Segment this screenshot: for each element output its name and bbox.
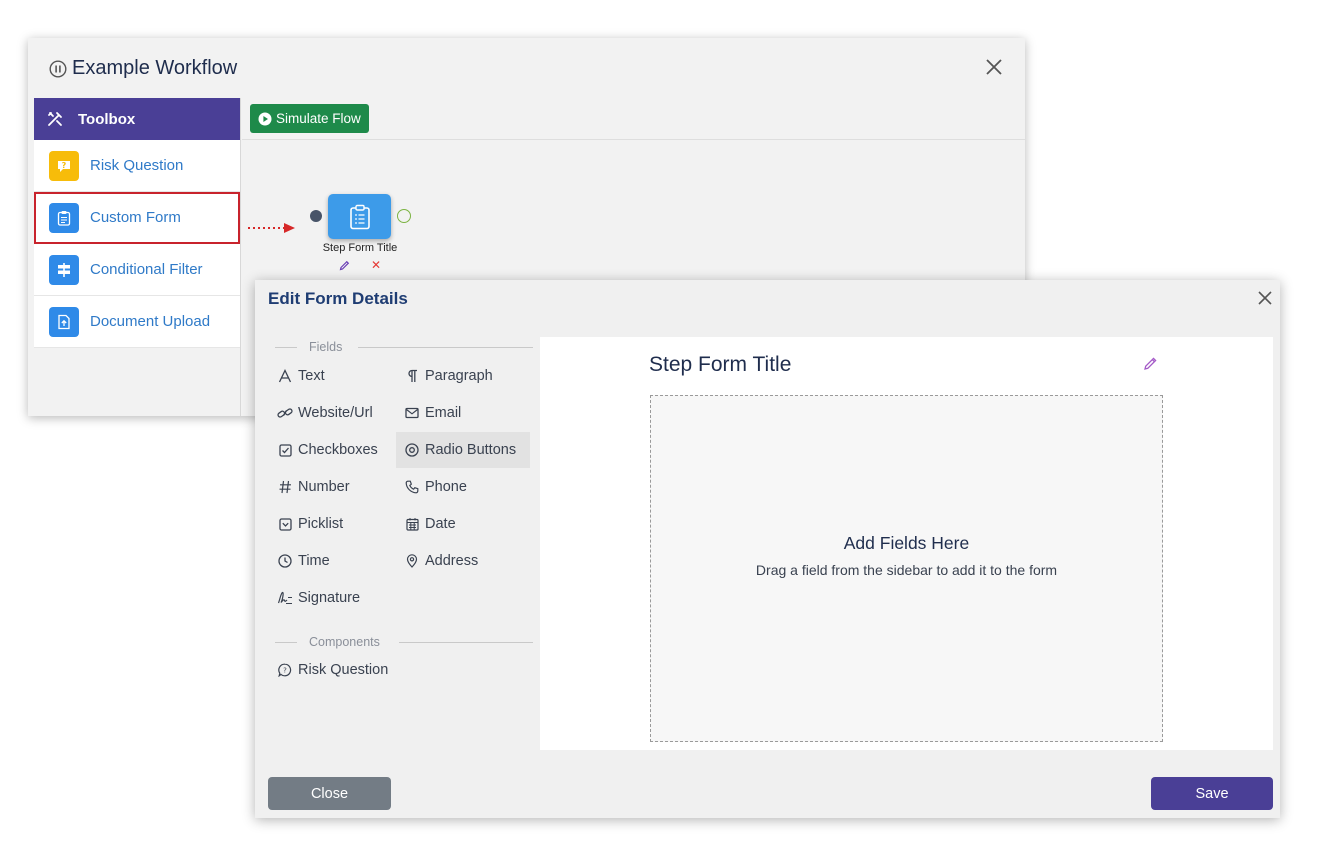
field-paragraph[interactable]: Paragraph <box>396 358 493 394</box>
signature-icon <box>277 591 293 605</box>
paragraph-icon <box>404 369 420 383</box>
toolbox-item-document-upload[interactable]: Document Upload <box>34 296 240 348</box>
toolbox-item-label: Risk Question <box>90 157 184 174</box>
toolbox-panel: Toolbox ? Risk Question Custom Form Cond… <box>34 98 241 416</box>
field-label: Risk Question <box>298 662 389 678</box>
field-label: Checkboxes <box>298 442 378 458</box>
field-picklist[interactable]: Picklist <box>269 506 343 542</box>
field-time[interactable]: Time <box>269 543 330 579</box>
dialog-title: Edit Form Details <box>268 289 408 308</box>
pencil-icon[interactable] <box>1143 356 1158 371</box>
node-input-port[interactable] <box>310 210 322 222</box>
form-builder-area: Step Form Title Add Fields Here Drag a f… <box>540 337 1273 750</box>
drop-zone-title: Add Fields Here <box>843 533 970 553</box>
field-label: Paragraph <box>425 368 493 384</box>
canvas-toolbar: Simulate Flow <box>242 98 1025 140</box>
toolbox-item-conditional-filter[interactable]: Conditional Filter <box>34 244 240 296</box>
toolbox-title: Toolbox <box>78 110 136 128</box>
clipboard-icon <box>49 202 79 233</box>
picklist-icon <box>277 517 293 531</box>
svg-text:?: ? <box>283 667 287 675</box>
component-risk-question[interactable]: ? Risk Question <box>269 652 388 688</box>
play-circle-icon <box>258 112 272 126</box>
node-output-port[interactable] <box>397 209 411 223</box>
field-website-url[interactable]: Website/Url <box>269 395 373 431</box>
divider <box>275 642 297 643</box>
edit-form-dialog: Edit Form Details Fields Text Paragraph … <box>255 280 1280 818</box>
risk-question-icon: ? <box>49 150 79 181</box>
field-label: Website/Url <box>298 405 373 421</box>
phone-icon <box>404 480 420 494</box>
workflow-node[interactable] <box>328 194 391 239</box>
divider <box>399 642 533 643</box>
field-text[interactable]: Text <box>269 358 325 394</box>
field-label: Picklist <box>298 516 344 532</box>
components-section-title: Components <box>309 635 380 649</box>
checkbox-icon <box>277 443 293 457</box>
divider <box>358 347 533 348</box>
close-button[interactable]: Close <box>268 777 391 810</box>
close-icon[interactable] <box>985 58 1003 76</box>
radio-icon <box>404 443 420 457</box>
field-label: Address <box>425 553 479 569</box>
field-radio-buttons[interactable]: Radio Buttons <box>396 432 530 468</box>
divider <box>275 347 297 348</box>
workflow-header: Example Workflow <box>28 38 1025 98</box>
calendar-icon <box>404 517 420 531</box>
field-number[interactable]: Number <box>269 469 350 505</box>
signpost-icon <box>49 254 79 285</box>
toolbox-header: Toolbox <box>34 98 240 140</box>
fields-section-title: Fields <box>309 340 343 354</box>
hash-icon <box>277 480 293 494</box>
text-icon <box>277 369 293 383</box>
delete-icon[interactable]: ✕ <box>371 259 381 271</box>
field-address[interactable]: Address <box>396 543 478 579</box>
simulate-flow-button[interactable]: Simulate Flow <box>250 104 369 133</box>
arrow-indicator <box>247 221 297 235</box>
field-label: Radio Buttons <box>425 442 517 458</box>
field-checkboxes[interactable]: Checkboxes <box>269 432 378 468</box>
field-label: Text <box>298 368 325 384</box>
email-icon <box>404 407 420 419</box>
field-label: Signature <box>298 590 361 606</box>
field-label: Email <box>425 405 462 421</box>
close-icon[interactable] <box>1257 290 1273 306</box>
form-title: Step Form Title <box>649 353 792 376</box>
svg-text:?: ? <box>62 161 67 170</box>
toolbox-item-label: Document Upload <box>90 313 211 330</box>
field-drop-zone[interactable]: Add Fields Here Drag a field from the si… <box>650 395 1163 742</box>
field-date[interactable]: Date <box>396 506 456 542</box>
pause-circle-icon[interactable] <box>49 60 67 78</box>
clipboard-icon <box>349 204 371 230</box>
node-label: Step Form Title <box>322 242 398 254</box>
field-label: Date <box>425 516 456 532</box>
save-button[interactable]: Save <box>1151 777 1273 810</box>
drop-zone-hint: Drag a field from the sidebar to add it … <box>755 562 1058 578</box>
field-email[interactable]: Email <box>396 395 461 431</box>
field-label: Phone <box>425 479 467 495</box>
simulate-flow-label: Simulate Flow <box>276 111 361 126</box>
toolbox-item-risk-question[interactable]: ? Risk Question <box>34 140 240 192</box>
toolbox-item-label: Custom Form <box>90 209 181 226</box>
toolbox-item-custom-form[interactable]: Custom Form <box>34 192 240 244</box>
clock-icon <box>277 554 293 568</box>
field-label: Time <box>298 553 330 569</box>
workflow-title: Example Workflow <box>72 57 238 79</box>
pencil-icon[interactable] <box>339 260 350 271</box>
map-pin-icon <box>404 554 420 568</box>
tools-icon <box>46 110 64 128</box>
link-icon <box>277 406 293 420</box>
toolbox-item-label: Conditional Filter <box>90 261 203 278</box>
field-signature[interactable]: Signature <box>269 580 360 616</box>
field-phone[interactable]: Phone <box>396 469 467 505</box>
upload-file-icon <box>49 306 79 337</box>
risk-question-icon: ? <box>277 663 293 677</box>
field-label: Number <box>298 479 350 495</box>
